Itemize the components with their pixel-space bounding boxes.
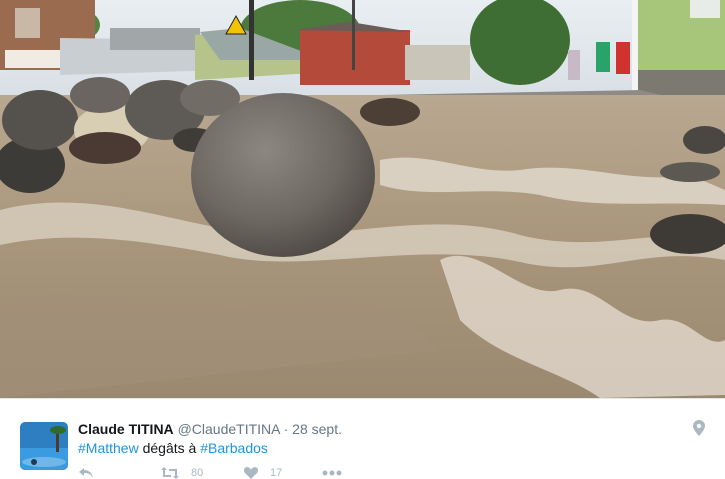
tweet-card: Claude TITINA @ClaudeTITINA · 28 sept. #… — [0, 399, 725, 479]
heart-icon — [244, 467, 258, 479]
more-button[interactable] — [322, 467, 342, 479]
flood-photo-image — [0, 0, 725, 398]
display-name[interactable]: Claude TITINA — [78, 421, 174, 437]
retweet-button[interactable]: 80 — [161, 467, 203, 479]
tweet-header: Claude TITINA @ClaudeTITINA · 28 sept. — [78, 420, 342, 438]
tweet-text-body: dégâts à — [138, 440, 201, 456]
retweet-count: 80 — [191, 467, 204, 479]
avatar[interactable] — [20, 422, 68, 470]
location-pin-icon[interactable] — [693, 420, 705, 436]
reply-button[interactable] — [78, 467, 94, 479]
more-icon — [322, 470, 342, 476]
like-button[interactable]: 17 — [244, 467, 282, 479]
retweet-icon — [161, 467, 179, 479]
separator: · — [283, 421, 289, 437]
reply-icon — [79, 468, 93, 478]
tweet-photo[interactable] — [0, 0, 725, 398]
tweet-text: #Matthew dégâts à #Barbados — [78, 439, 268, 457]
user-handle[interactable]: @ClaudeTITINA — [178, 421, 280, 437]
hashtag-barbados[interactable]: #Barbados — [200, 440, 268, 456]
like-count: 17 — [270, 467, 283, 479]
tweet-actions: 80 17 — [78, 467, 378, 479]
tweet-date[interactable]: 28 sept. — [292, 421, 342, 437]
hashtag-matthew[interactable]: #Matthew — [78, 440, 139, 456]
